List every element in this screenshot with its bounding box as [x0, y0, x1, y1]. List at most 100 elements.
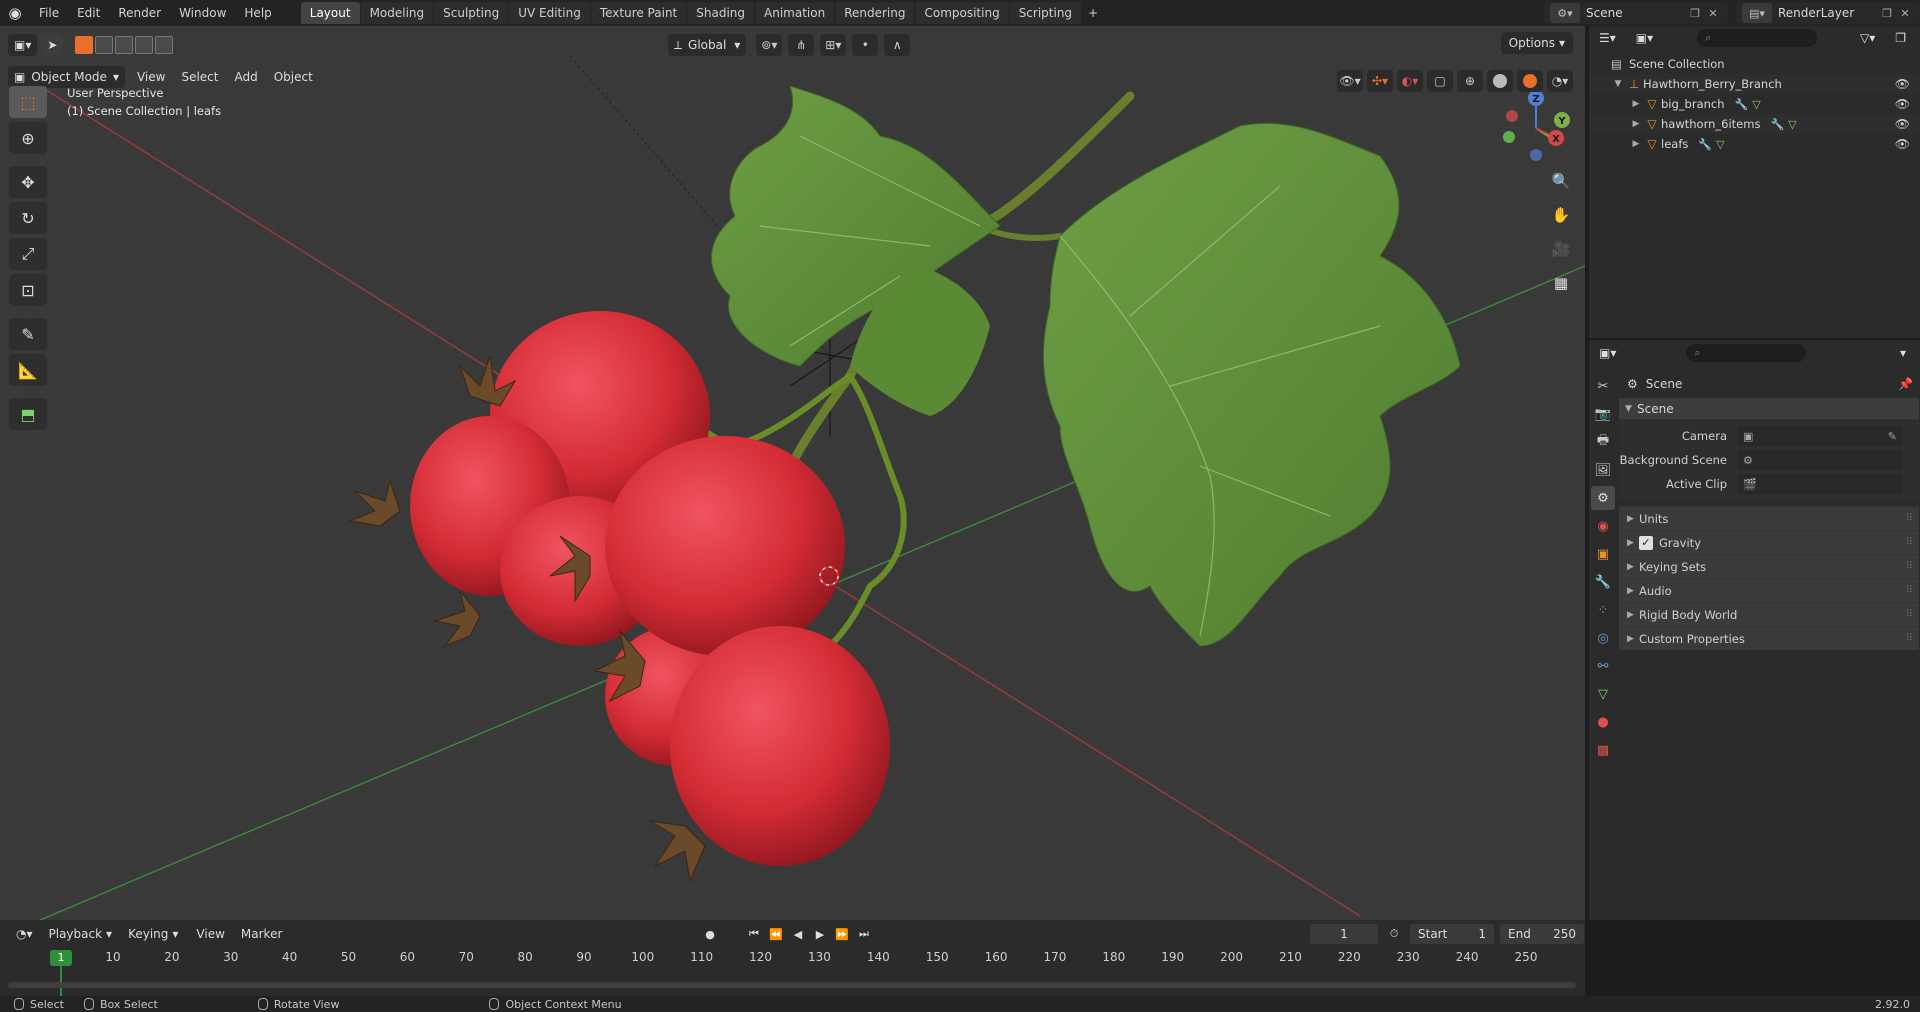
physics-tab-icon[interactable]: ◎: [1591, 626, 1615, 650]
drag-handle-icon[interactable]: ⠿: [1906, 585, 1913, 596]
current-frame-field[interactable]: 1: [1310, 924, 1378, 944]
tool-tab-icon[interactable]: ✂: [1591, 374, 1615, 398]
cursor-tool-icon[interactable]: ⊕: [9, 122, 47, 154]
eye-icon[interactable]: 👁: [1895, 97, 1910, 111]
expand-arrow-icon[interactable]: ▼: [1611, 79, 1625, 89]
transform-tool-icon[interactable]: ⊡: [9, 274, 47, 306]
tree-row-leafs[interactable]: ▶ ▽ leafs 🔧 ▽ 👁: [1589, 134, 1920, 154]
wireframe-shading-icon[interactable]: ⊕: [1457, 70, 1483, 92]
new-collection-icon[interactable]: ❐: [1889, 27, 1912, 49]
scene-tab-icon[interactable]: ⚙: [1591, 486, 1615, 510]
chevron-down-icon[interactable]: ▾: [1893, 342, 1912, 364]
output-tab-icon[interactable]: 🖶: [1591, 430, 1615, 454]
timeline-scrollbar[interactable]: [8, 982, 1576, 988]
view-layer-name[interactable]: RenderLayer: [1778, 6, 1878, 20]
view-layer-selector[interactable]: ▤▾ RenderLayer ❐ ✕: [1736, 2, 1920, 24]
select-invert-icon[interactable]: [135, 36, 154, 54]
tab-shading[interactable]: Shading: [687, 2, 754, 24]
keying-dropdown[interactable]: Keying ▾: [122, 923, 185, 945]
close-icon[interactable]: ✕: [1704, 7, 1722, 20]
units-section[interactable]: ▶ Units ⠿: [1619, 506, 1919, 530]
tab-modeling[interactable]: Modeling: [360, 2, 434, 24]
texture-tab-icon[interactable]: ▩: [1591, 738, 1615, 762]
keying-sets-section[interactable]: ▶ Keying Sets ⠿: [1619, 554, 1919, 578]
timeline-ruler[interactable]: 10 20 30 40 50 60 70 80 90 100 110 120 130 140 150 160 1…: [0, 948, 1585, 966]
particles-tab-icon[interactable]: ⁘: [1591, 598, 1615, 622]
mesh-data-icon[interactable]: ▽: [1716, 138, 1724, 151]
tree-row-hawthorn-berry-branch[interactable]: ▼ ⊥ Hawthorn_Berry_Branch 👁: [1589, 74, 1920, 94]
object-tab-icon[interactable]: ▣: [1591, 542, 1615, 566]
jump-end-icon[interactable]: ⏭: [854, 924, 874, 944]
menu-view[interactable]: View: [129, 70, 173, 84]
scene-section-header[interactable]: ▼ Scene: [1619, 398, 1919, 420]
tree-row-big-branch[interactable]: ▶ ▽ big_branch 🔧 ▽ 👁: [1589, 94, 1920, 114]
outliner-search-input[interactable]: ⌕: [1697, 29, 1818, 47]
copy-icon[interactable]: ❐: [1878, 7, 1896, 20]
timeline-editor-type-icon[interactable]: ◔▾: [10, 923, 39, 945]
camera-view-icon[interactable]: 🎥: [1547, 236, 1575, 262]
material-tab-icon[interactable]: ●: [1591, 710, 1615, 734]
material-shading-icon[interactable]: [1517, 70, 1543, 92]
menu-render[interactable]: Render: [109, 0, 170, 26]
rigid-body-world-section[interactable]: ▶ Rigid Body World ⠿: [1619, 602, 1919, 626]
eye-icon[interactable]: 👁: [1895, 137, 1910, 151]
rendered-shading-icon[interactable]: ◔▾: [1547, 70, 1573, 92]
prev-keyframe-icon[interactable]: ⏪: [766, 924, 786, 944]
eye-icon[interactable]: 👁: [1895, 77, 1910, 91]
measure-tool-icon[interactable]: 📐: [9, 354, 47, 386]
visibility-icon[interactable]: 👁▾: [1337, 70, 1363, 92]
tab-texture-paint[interactable]: Texture Paint: [590, 2, 687, 24]
menu-file[interactable]: File: [30, 0, 68, 26]
scene-name[interactable]: Scene: [1586, 6, 1686, 20]
pivot-point-icon[interactable]: ⊚▾: [756, 34, 783, 56]
custom-properties-section[interactable]: ▶ Custom Properties ⠿: [1619, 626, 1919, 650]
menu-marker[interactable]: Marker: [233, 927, 290, 941]
background-scene-input[interactable]: ⚙: [1737, 450, 1903, 470]
display-mode-icon[interactable]: ▣▾: [1629, 27, 1660, 49]
properties-editor-type-icon[interactable]: ▣▾: [1593, 342, 1623, 364]
menu-window[interactable]: Window: [170, 0, 235, 26]
jump-start-icon[interactable]: ⏮: [744, 924, 764, 944]
render-tab-icon[interactable]: 📷: [1591, 402, 1615, 426]
overlay-toggle-icon[interactable]: ◐▾: [1397, 70, 1423, 92]
transform-orientation-dropdown[interactable]: ⟂ Global ▾: [668, 34, 747, 56]
tab-uv-editing[interactable]: UV Editing: [509, 2, 590, 24]
active-clip-input[interactable]: 🎬: [1737, 474, 1903, 494]
drag-handle-icon[interactable]: ⠿: [1906, 609, 1913, 620]
solid-shading-icon[interactable]: [1487, 70, 1513, 92]
end-frame-field[interactable]: End 250: [1500, 924, 1584, 944]
play-icon[interactable]: ▶: [810, 924, 830, 944]
world-tab-icon[interactable]: ◉: [1591, 514, 1615, 538]
tab-compositing[interactable]: Compositing: [915, 2, 1009, 24]
outliner-editor-type-icon[interactable]: ☰▾: [1593, 27, 1622, 49]
record-icon[interactable]: ●: [700, 924, 720, 944]
modifier-tab-icon[interactable]: 🔧: [1591, 570, 1615, 594]
modifier-wrench-icon[interactable]: 🔧: [1698, 138, 1712, 151]
scale-tool-icon[interactable]: ⤢: [9, 238, 47, 270]
zoom-icon[interactable]: 🔍: [1547, 168, 1575, 194]
mesh-data-icon[interactable]: ▽: [1788, 118, 1796, 131]
eyedropper-icon[interactable]: ✎: [1888, 430, 1897, 443]
editor-type-button[interactable]: ▣▾: [8, 34, 38, 56]
select-subtract-icon[interactable]: [115, 36, 134, 54]
tab-layout[interactable]: Layout: [300, 2, 360, 24]
3d-viewport[interactable]: Z Y X ▣▾ ➤ ▣ Object Mode ▾ View Select A…: [0, 26, 1585, 920]
drag-handle-icon[interactable]: ⠿: [1906, 537, 1913, 548]
tab-scripting[interactable]: Scripting: [1009, 2, 1082, 24]
view-layer-tab-icon[interactable]: 🖼: [1591, 458, 1615, 482]
playhead-frame-badge[interactable]: 1: [50, 950, 72, 966]
add-workspace-button[interactable]: +: [1082, 2, 1104, 24]
drag-handle-icon[interactable]: ⠿: [1906, 513, 1913, 524]
audio-section[interactable]: ▶ Audio ⠿: [1619, 578, 1919, 602]
menu-add[interactable]: Add: [226, 70, 265, 84]
drag-handle-icon[interactable]: ⠿: [1906, 561, 1913, 572]
add-cube-tool-icon[interactable]: ⬒: [9, 398, 47, 430]
menu-select[interactable]: Select: [173, 70, 226, 84]
clock-icon[interactable]: ⏱: [1384, 924, 1404, 944]
rotate-tool-icon[interactable]: ↻: [9, 202, 47, 234]
pan-hand-icon[interactable]: ✋: [1547, 202, 1575, 228]
tree-row-hawthorn-6items[interactable]: ▶ ▽ hawthorn_6items 🔧 ▽ 👁: [1589, 114, 1920, 134]
move-tool-icon[interactable]: ✥: [9, 166, 47, 198]
select-box-tool-icon[interactable]: ⬚: [9, 86, 47, 118]
gravity-checkbox[interactable]: ✓: [1639, 535, 1653, 550]
